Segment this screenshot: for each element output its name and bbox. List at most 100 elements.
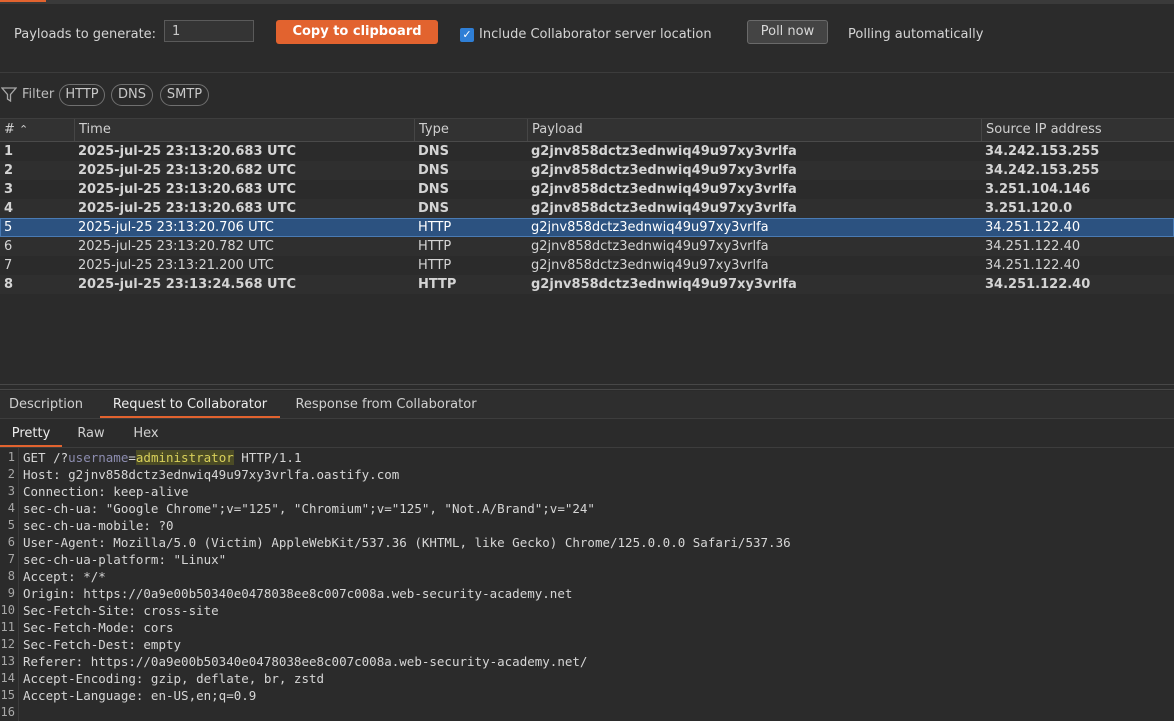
- tab-pretty[interactable]: Pretty: [0, 420, 62, 447]
- poll-now-button[interactable]: Poll now: [747, 20, 828, 44]
- line-number: 16: [0, 705, 15, 719]
- column-header-time[interactable]: Time: [74, 119, 414, 141]
- query-param-value: administrator: [135, 450, 234, 465]
- active-tab-indicator: [0, 0, 46, 2]
- request-header-line: User-Agent: Mozilla/5.0 (Victim) AppleWe…: [23, 535, 791, 550]
- table-row[interactable]: 2 2025-jul-25 23:13:20.682 UTC DNS g2jnv858…: [0, 161, 1174, 180]
- split-pane-divider[interactable]: [0, 384, 1174, 390]
- row-payload: g2jnv858dctz3ednwiq49u97xy3vrlfa: [531, 182, 797, 197]
- request-header-line: Sec-Fetch-Dest: empty: [23, 637, 182, 652]
- request-header-line: sec-ch-ua: "Google Chrome";v="125", "Chr…: [23, 501, 595, 516]
- row-type: HTTP: [418, 277, 457, 292]
- request-header-line: Origin: https://0a9e00b50340e0478038ee8c…: [23, 586, 573, 601]
- row-source-ip: 3.251.120.0: [985, 201, 1073, 216]
- table-row[interactable]: 3 2025-jul-25 23:13:20.683 UTC DNS g2jnv858…: [0, 180, 1174, 199]
- row-source-ip: 34.251.122.40: [985, 220, 1081, 235]
- request-header-line: Accept-Language: en-US,en;q=0.9: [23, 688, 257, 703]
- tab-description[interactable]: Description: [0, 391, 92, 418]
- row-number: 5: [4, 220, 13, 235]
- sort-ascending-icon: ⌃: [19, 123, 29, 136]
- row-number: 7: [4, 258, 13, 273]
- column-header-type[interactable]: Type: [414, 119, 527, 141]
- row-number: 4: [4, 201, 14, 216]
- row-source-ip: 3.251.104.146: [985, 182, 1091, 197]
- row-number: 8: [4, 277, 14, 292]
- request-header-line: Referer: https://0a9e00b50340e0478038ee8…: [23, 654, 588, 669]
- request-header-line: Accept-Encoding: gzip, deflate, br, zstd: [23, 671, 325, 686]
- request-line: GET /?username=administrator HTTP/1.1: [23, 450, 302, 465]
- filter-http-pill[interactable]: HTTP: [59, 84, 105, 106]
- table-row[interactable]: 7 2025-jul-25 23:13:21.200 UTC HTTP g2jnv85…: [0, 256, 1174, 275]
- row-payload: g2jnv858dctz3ednwiq49u97xy3vrlfa: [531, 258, 769, 273]
- line-number: 1: [7, 450, 15, 464]
- line-number: 13: [0, 654, 15, 668]
- copy-to-clipboard-button[interactable]: Copy to clipboard: [276, 20, 438, 44]
- column-header-payload[interactable]: Payload: [527, 119, 981, 141]
- column-header-source-ip[interactable]: Source IP address: [981, 119, 1174, 141]
- polling-status: Polling automatically: [848, 27, 984, 42]
- line-number: 14: [0, 671, 15, 685]
- row-time: 2025-jul-25 23:13:20.683 UTC: [78, 144, 296, 159]
- row-type: DNS: [418, 163, 450, 178]
- table-row[interactable]: 8 2025-jul-25 23:13:24.568 UTC HTTP g2jnv85…: [0, 275, 1174, 294]
- filter-icon[interactable]: [1, 87, 17, 102]
- filter-dns-pill[interactable]: DNS: [111, 84, 153, 106]
- table-row[interactable]: 6 2025-jul-25 23:13:20.782 UTC HTTP g2jnv85…: [0, 237, 1174, 256]
- row-type: DNS: [418, 201, 450, 216]
- row-source-ip: 34.251.122.40: [985, 258, 1081, 273]
- table-row[interactable]: 1 2025-jul-25 23:13:20.683 UTC DNS g2jnv858…: [0, 142, 1174, 161]
- payloads-count-input[interactable]: [164, 20, 254, 42]
- line-number: 4: [7, 501, 15, 515]
- row-payload: g2jnv858dctz3ednwiq49u97xy3vrlfa: [531, 220, 769, 235]
- line-number: 3: [7, 484, 15, 498]
- payloads-label: Payloads to generate:: [14, 27, 157, 42]
- row-time: 2025-jul-25 23:13:20.683 UTC: [78, 182, 296, 197]
- row-type: DNS: [418, 144, 450, 159]
- detail-tabs: Description Request to Collaborator Resp…: [0, 391, 1174, 419]
- line-number: 6: [7, 535, 15, 549]
- row-source-ip: 34.251.122.40: [985, 277, 1091, 292]
- row-time: 2025-jul-25 23:13:21.200 UTC: [78, 258, 274, 273]
- request-header-line: Sec-Fetch-Mode: cors: [23, 620, 174, 635]
- column-header-number[interactable]: # ⌃: [0, 119, 74, 141]
- line-number: 7: [7, 552, 15, 566]
- tab-raw[interactable]: Raw: [66, 420, 116, 447]
- row-number: 2: [4, 163, 14, 178]
- tab-request-to-collaborator[interactable]: Request to Collaborator: [100, 391, 280, 418]
- line-number: 9: [7, 586, 15, 600]
- tab-hex[interactable]: Hex: [120, 420, 172, 447]
- request-header-line: sec-ch-ua-platform: "Linux": [23, 552, 227, 567]
- line-number: 8: [7, 569, 15, 583]
- row-payload: g2jnv858dctz3ednwiq49u97xy3vrlfa: [531, 144, 797, 159]
- request-header-line: Connection: keep-alive: [23, 484, 189, 499]
- interactions-table-header: # ⌃ Time Type Payload Source IP address: [0, 118, 1174, 142]
- filter-smtp-pill[interactable]: SMTP: [160, 84, 209, 106]
- row-time: 2025-jul-25 23:13:24.568 UTC: [78, 277, 296, 292]
- row-source-ip: 34.251.122.40: [985, 239, 1081, 254]
- row-number: 3: [4, 182, 14, 197]
- row-type: HTTP: [418, 258, 452, 273]
- request-header-line: Sec-Fetch-Site: cross-site: [23, 603, 219, 618]
- row-number: 1: [4, 144, 14, 159]
- row-time: 2025-jul-25 23:13:20.706 UTC: [78, 220, 274, 235]
- line-number-gutter: 1 2 3 4 5 6 7 8 9 10 11 12 13 14 15 16: [0, 448, 19, 721]
- row-payload: g2jnv858dctz3ednwiq49u97xy3vrlfa: [531, 201, 797, 216]
- view-tabs: Pretty Raw Hex: [0, 420, 1174, 448]
- include-location-checkbox[interactable]: ✓: [460, 28, 474, 42]
- request-header-line: Accept: */*: [23, 569, 106, 584]
- request-header-line: sec-ch-ua-mobile: ?0: [23, 518, 174, 533]
- row-number: 6: [4, 239, 13, 254]
- row-payload: g2jnv858dctz3ednwiq49u97xy3vrlfa: [531, 239, 769, 254]
- row-type: HTTP: [418, 220, 452, 235]
- row-type: HTTP: [418, 239, 452, 254]
- tab-response-from-collaborator[interactable]: Response from Collaborator: [288, 391, 484, 418]
- row-source-ip: 34.242.153.255: [985, 144, 1100, 159]
- include-location-label: Include Collaborator server location: [479, 27, 712, 42]
- request-viewer[interactable]: 1 2 3 4 5 6 7 8 9 10 11 12 13 14 15 16 GET /?username=a…: [0, 448, 1174, 721]
- table-row[interactable]: 4 2025-jul-25 23:13:20.683 UTC DNS g2jnv858…: [0, 199, 1174, 218]
- table-row[interactable]: 5 2025-jul-25 23:13:20.706 UTC HTTP g2jnv85…: [0, 218, 1174, 237]
- row-payload: g2jnv858dctz3ednwiq49u97xy3vrlfa: [531, 163, 797, 178]
- row-type: DNS: [418, 182, 450, 197]
- filter-label: Filter: [22, 87, 55, 102]
- line-number: 15: [0, 688, 15, 702]
